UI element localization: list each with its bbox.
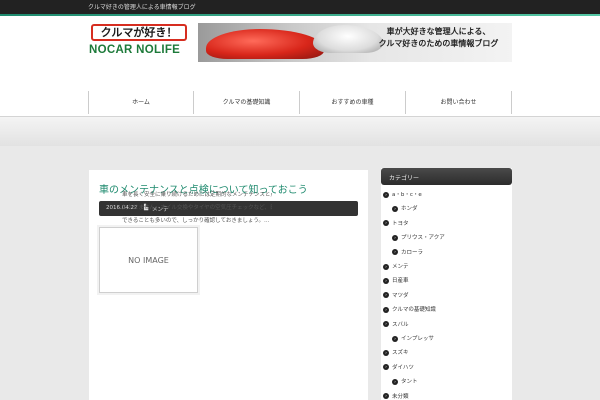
sidebar-heading: カテゴリー: [389, 175, 420, 182]
category-label: プリウス・アクア: [401, 235, 445, 242]
category-label: メンテ: [392, 264, 409, 270]
header-divider-band: [0, 116, 600, 146]
chevron-right-icon: ›: [383, 220, 389, 227]
header-banner: 車が大好きな管理人による、 クルマ好きのための車情報ブログ: [198, 23, 512, 62]
sidebar-category-item[interactable]: › クルマの基礎知識: [383, 304, 436, 316]
chevron-right-icon: ›: [392, 234, 398, 241]
banner-red-car-image: [206, 29, 324, 59]
category-label: ホンダ: [401, 206, 418, 213]
sidebar-category-item[interactable]: › ホンダ: [392, 203, 418, 215]
logo-bottom-text: NOCAR NOLIFE: [89, 44, 181, 56]
chevron-right-icon: ›: [383, 306, 389, 313]
chevron-right-icon: ›: [383, 321, 389, 328]
top-bar: クルマ好きの管理人による車情報ブログ: [0, 0, 600, 14]
chevron-right-icon: ›: [383, 364, 389, 371]
sidebar-category-item[interactable]: › カローラ: [392, 247, 423, 259]
sidebar-category-item[interactable]: › 日産車: [383, 275, 409, 287]
sidebar-category-item[interactable]: › スバル: [383, 319, 409, 331]
category-label: クルマの基礎知識: [392, 307, 436, 314]
category-label: スバル: [392, 321, 409, 328]
banner-line-1: 車が大好きな管理人による、: [386, 27, 491, 36]
sidebar-category-item[interactable]: › スズキ: [383, 347, 409, 359]
category-label: タント: [401, 379, 418, 386]
chevron-right-icon: ›: [392, 249, 398, 256]
category-label: 日産車: [392, 278, 409, 285]
site-description: クルマ好きの管理人による車情報ブログ: [88, 4, 196, 11]
chevron-right-icon: ›: [383, 191, 389, 198]
chevron-right-icon: ›: [383, 263, 389, 270]
post-excerpt: 車を長く安全に乗り続けるためには定期的なメンテナンスと点検が 欠かせません。オイ…: [122, 189, 272, 228]
chevron-right-icon: ›: [383, 292, 389, 299]
nav-item-home[interactable]: ホーム: [89, 91, 194, 114]
category-label: インプレッサ: [401, 336, 434, 342]
site-logo[interactable]: クルマが好き！ NOCAR NOLIFE: [89, 23, 195, 61]
thumbnail-label: NO IMAGE: [128, 256, 169, 265]
sidebar-category-item[interactable]: › メンテ: [383, 261, 409, 273]
banner-line-2: クルマ好きのための車情報ブログ: [378, 39, 499, 48]
category-label: カローラ: [401, 249, 424, 256]
category-label: トヨタ: [392, 220, 409, 227]
site-header: クルマが好き！ NOCAR NOLIFE 車が大好きな管理人による、 クルマ好き…: [0, 16, 600, 116]
nav-item-recommended[interactable]: おすすめの車種: [300, 91, 406, 114]
category-label: a・b・c・e: [392, 192, 422, 198]
category-label: スズキ: [392, 350, 409, 357]
excerpt-line: できることも多いので、しっかり確認しておきましょう。…: [122, 218, 270, 224]
logo-top-text: クルマが好き！: [91, 24, 187, 41]
sidebar-category-item[interactable]: › トヨタ: [383, 218, 409, 230]
chevron-right-icon: ›: [383, 349, 389, 356]
sidebar-category-item[interactable]: › プリウス・アクア: [392, 232, 445, 244]
sidebar-category-item[interactable]: › a・b・c・e: [383, 189, 422, 201]
category-label: ダイハツ: [392, 364, 414, 371]
chevron-right-icon: ›: [392, 205, 398, 212]
chevron-right-icon: ›: [392, 378, 398, 385]
sidebar-category-item[interactable]: › ダイハツ: [383, 362, 414, 374]
chevron-right-icon: ›: [383, 393, 389, 400]
excerpt-line: 欠かせません。オイル交換やタイヤの空気圧チェックなど、日頃から: [122, 205, 272, 211]
banner-text: 車が大好きな管理人による、 クルマ好きのための車情報ブログ: [366, 26, 511, 50]
sidebar-category-item[interactable]: › 未分類: [383, 391, 409, 400]
sidebar-heading-bar: カテゴリー: [381, 168, 512, 185]
sidebar-category-item[interactable]: › マツダ: [383, 290, 409, 302]
chevron-right-icon: ›: [383, 277, 389, 284]
nav-item-basics[interactable]: クルマの基礎知識: [194, 91, 300, 114]
sidebar-category-item[interactable]: › タント: [392, 376, 418, 388]
category-label: マツダ: [392, 292, 409, 299]
sidebar: カテゴリー › a・b・c・e › ホンダ › トヨタ › プリウス・アクア › カローラ › メンテ…: [381, 168, 512, 400]
chevron-right-icon: ›: [392, 335, 398, 342]
sidebar-category-item[interactable]: › インプレッサ: [392, 333, 434, 345]
category-label: 未分類: [392, 393, 409, 400]
nav-item-contact[interactable]: お問い合わせ: [406, 91, 512, 114]
excerpt-line: 車を長く安全に乗り続けるためには定期的なメンテナンスと点検が: [122, 192, 272, 198]
post-thumbnail[interactable]: NO IMAGE: [99, 227, 198, 293]
global-nav: ホーム クルマの基礎知識 おすすめの車種 お問い合わせ: [88, 91, 512, 114]
